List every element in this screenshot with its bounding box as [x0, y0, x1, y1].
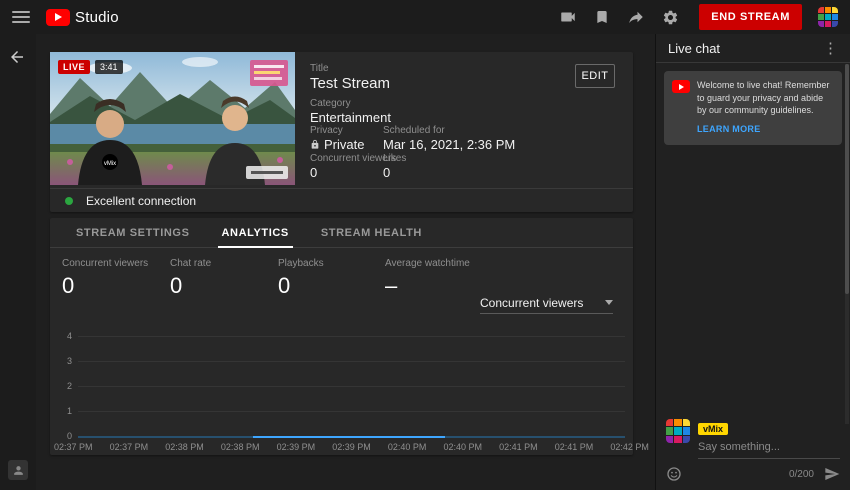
chart-metric-dropdown[interactable]: Concurrent viewers [480, 292, 613, 314]
chart-metric-selected: Concurrent viewers [480, 296, 583, 310]
elapsed-time-badge: 3:41 [95, 60, 123, 74]
tab-bar: STREAM SETTINGS ANALYTICS STREAM HEALTH [50, 218, 633, 248]
char-counter: 0/200 [789, 469, 814, 480]
stream-title: Test Stream [310, 75, 390, 92]
user-avatar[interactable] [666, 419, 690, 443]
username-badge: vMix [698, 423, 728, 435]
settings-gear-icon[interactable] [661, 8, 679, 26]
privacy-value-row: Private [310, 137, 364, 152]
tab-analytics[interactable]: ANALYTICS [206, 218, 305, 247]
live-preview[interactable]: vMix LIVE 3:41 [50, 52, 295, 185]
chat-compose-area: vMix Say something... 0/200 [656, 413, 850, 490]
kebab-menu-icon[interactable]: ⋮ [823, 41, 838, 56]
edit-button[interactable]: EDIT [575, 64, 615, 88]
studio-logo[interactable]: Studio [46, 9, 119, 26]
viewers-value: 0 [310, 165, 317, 180]
scheduled-value: Mar 16, 2021, 2:36 PM [383, 137, 515, 152]
category-value: Entertainment [310, 110, 391, 125]
category-label: Category [310, 98, 351, 109]
concurrent-viewers-chart [78, 336, 625, 437]
emoji-icon[interactable] [666, 466, 682, 482]
y-tick: 2 [54, 381, 72, 391]
stream-info-card: vMix LIVE 3:41 Title Te [50, 52, 633, 212]
vmix-logo-icon[interactable] [818, 7, 838, 27]
connection-status-text: Excellent connection [86, 194, 196, 208]
youtube-studio-live-dashboard: Studio END STREAM [0, 0, 850, 490]
lock-icon [310, 139, 320, 150]
brand-text: Studio [75, 9, 119, 26]
send-icon[interactable] [824, 466, 840, 482]
x-axis-labels: 02:37 PM02:37 PM 02:38 PM02:38 PM 02:39 … [54, 442, 649, 452]
metric-chat-rate: Chat rate 0 [170, 258, 211, 299]
end-stream-button[interactable]: END STREAM [699, 4, 802, 30]
chart-line-highlight [253, 436, 445, 438]
account-icon[interactable] [8, 460, 28, 480]
metric-playbacks: Playbacks 0 [278, 258, 324, 299]
y-tick: 1 [54, 406, 72, 416]
privacy-value: Private [324, 137, 364, 152]
bookmark-icon[interactable] [593, 8, 611, 26]
title-label: Title [310, 63, 329, 74]
menu-icon[interactable] [12, 11, 30, 23]
main-content: vMix LIVE 3:41 Title Te [36, 34, 655, 490]
metric-average-watchtime: Average watchtime – [385, 258, 470, 299]
share-icon[interactable] [627, 8, 645, 26]
learn-more-link[interactable]: LEARN MORE [697, 124, 761, 134]
tab-stream-health[interactable]: STREAM HEALTH [305, 218, 438, 247]
tab-stream-settings[interactable]: STREAM SETTINGS [60, 218, 206, 247]
live-badge: LIVE [58, 60, 90, 74]
scheduled-label: Scheduled for [383, 125, 445, 136]
connection-status-dot [65, 197, 73, 205]
chat-scrollbar[interactable] [845, 64, 849, 424]
connection-status-row: Excellent connection [50, 189, 633, 212]
privacy-label: Privacy [310, 125, 343, 136]
topbar-actions: END STREAM [559, 4, 838, 30]
analytics-card: STREAM SETTINGS ANALYTICS STREAM HEALTH … [50, 218, 633, 455]
y-tick: 4 [54, 331, 72, 341]
chat-title: Live chat [668, 41, 720, 56]
chevron-down-icon [605, 300, 613, 305]
chat-header: Live chat ⋮ [656, 34, 850, 63]
metric-concurrent-viewers: Concurrent viewers 0 [62, 258, 148, 299]
left-sidebar [0, 34, 36, 490]
y-tick: 0 [54, 431, 72, 441]
chat-message-input[interactable]: Say something... [698, 441, 840, 459]
live-chat-panel: Live chat ⋮ Welcome to live chat! Rememb… [655, 34, 850, 490]
youtube-icon [672, 80, 690, 93]
topbar: Studio END STREAM [0, 0, 850, 34]
chat-welcome-message: Welcome to live chat! Remember to guard … [664, 71, 842, 145]
y-tick: 3 [54, 356, 72, 366]
videocam-icon[interactable] [559, 8, 577, 26]
svg-text:vMix: vMix [104, 161, 116, 167]
likes-label: Likes [383, 153, 406, 164]
youtube-play-icon [46, 9, 70, 26]
back-arrow-icon[interactable] [8, 48, 28, 68]
welcome-text: Welcome to live chat! Remember to guard … [697, 79, 834, 117]
likes-value: 0 [383, 165, 390, 180]
